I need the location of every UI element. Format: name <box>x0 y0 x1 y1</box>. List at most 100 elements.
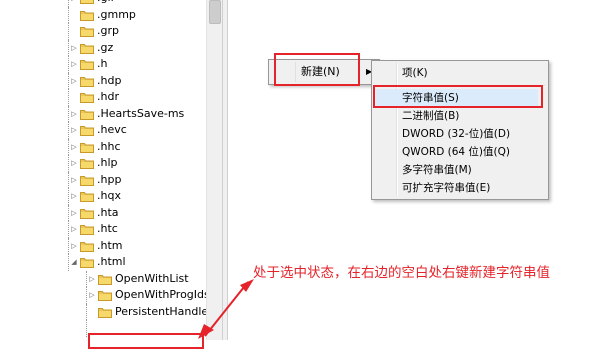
folder-icon <box>80 224 94 235</box>
submenu-separator <box>399 85 545 87</box>
registry-tree-pane[interactable]: ▷.gif.gmmp.grp▷.gz▷.h▷.hdp.hdr▷.HeartsSa… <box>0 0 206 340</box>
submenu-item-string-value[interactable]: 字符串值(S) <box>376 89 538 107</box>
tree-item[interactable]: PersistentHandler <box>0 303 206 320</box>
submenu-item-dword-value[interactable]: DWORD (32-位)值(D) <box>402 125 542 143</box>
collapsed-arrow-icon[interactable]: ▷ <box>70 155 78 171</box>
tree-guide-line <box>86 320 87 337</box>
registry-key-tree: ▷.gif.gmmp.grp▷.gz▷.h▷.hdp.hdr▷.HeartsSa… <box>0 0 206 337</box>
scrollbar-thumb[interactable] <box>209 0 221 24</box>
collapsed-arrow-icon[interactable]: ▷ <box>70 122 78 138</box>
submenu-item-multi-string-value[interactable]: 多字符串值(M) <box>402 161 542 179</box>
tree-item[interactable]: ▷ .htc <box>0 221 206 238</box>
tree-item[interactable]: ▷ .hqx <box>0 188 206 205</box>
folder-icon <box>80 208 94 219</box>
folder-icon <box>80 158 94 169</box>
tree-guide-line <box>68 56 69 73</box>
folder-icon <box>80 125 94 136</box>
submenu-gutter <box>396 63 398 195</box>
tree-item[interactable]: ▷ .hhc <box>0 138 206 155</box>
collapsed-arrow-icon[interactable]: ▷ <box>70 56 78 72</box>
folder-icon <box>98 307 112 318</box>
menu-item-new[interactable]: 新建(N) ▶ <box>271 62 375 82</box>
folder-icon <box>98 290 112 301</box>
folder-icon <box>80 175 94 186</box>
tree-item[interactable]: ▷ .HeartsSave-ms <box>0 105 206 122</box>
collapsed-arrow-icon[interactable]: ▷ <box>70 139 78 155</box>
tree-item-label: .hdp <box>97 73 122 87</box>
tree-item[interactable]: ▷ OpenWithProgIds <box>0 287 206 304</box>
tree-vertical-scrollbar[interactable] <box>206 0 222 340</box>
context-menu: 新建(N) ▶ <box>268 59 380 85</box>
tree-guide-line <box>86 270 87 287</box>
folder-icon <box>80 26 94 37</box>
tree-guide-line <box>68 237 69 254</box>
collapsed-arrow-icon[interactable]: ▷ <box>70 205 78 221</box>
tree-guide-line <box>68 105 69 122</box>
expanded-arrow-icon[interactable]: ◢ <box>70 254 78 270</box>
tree-item[interactable]: ▷ .hdp <box>0 72 206 89</box>
folder-icon <box>80 43 94 54</box>
tree-item-selected[interactable] <box>0 320 206 337</box>
collapsed-arrow-icon[interactable]: ▷ <box>70 238 78 254</box>
collapsed-arrow-icon[interactable]: ▷ <box>70 73 78 89</box>
tree-guide-line <box>68 188 69 205</box>
folder-icon <box>80 92 94 103</box>
tree-item[interactable]: .gmmp <box>0 6 206 23</box>
tree-item[interactable]: ▷ .hlp <box>0 155 206 172</box>
collapsed-arrow-icon[interactable]: ▷ <box>70 40 78 56</box>
new-submenu: 项(K) 字符串值(S) 二进制值(B) DWORD (32-位)值(D) QW… <box>371 60 549 200</box>
submenu-item-binary-value[interactable]: 二进制值(B) <box>402 107 542 125</box>
tree-guide-line <box>68 254 69 271</box>
tree-guide-line <box>68 6 69 23</box>
tree-item-label: .grp <box>97 24 119 37</box>
tree-item[interactable]: ▷ .gz <box>0 39 206 56</box>
folder-icon <box>80 142 94 153</box>
tree-item-label: .gz <box>97 40 114 54</box>
tree-item-label: .html <box>97 255 126 268</box>
tree-item[interactable]: ▷ OpenWithList <box>0 270 206 287</box>
tree-guide-line <box>68 204 69 221</box>
tree-item-label: .hpp <box>97 172 122 186</box>
collapsed-arrow-icon[interactable]: ▷ <box>70 172 78 188</box>
tree-item[interactable]: ◢ .html <box>0 254 206 271</box>
folder-icon <box>80 257 94 268</box>
tree-guide-line <box>68 72 69 89</box>
tree-item[interactable]: ▷ .hevc <box>0 122 206 139</box>
tree-guide-line <box>68 138 69 155</box>
tree-item-label: .h <box>97 57 108 70</box>
annotation-text: 处于选中状态，在右边的空白处右键新建字符串值 <box>253 265 550 281</box>
folder-icon <box>98 274 112 285</box>
folder-icon <box>80 76 94 87</box>
submenu-item-key[interactable]: 项(K) <box>402 64 542 82</box>
collapsed-arrow-icon[interactable]: ▷ <box>70 0 78 6</box>
collapsed-arrow-icon[interactable]: ▷ <box>70 106 78 122</box>
collapsed-arrow-icon[interactable]: ▷ <box>70 188 78 204</box>
collapsed-arrow-icon[interactable]: ▷ <box>88 271 96 287</box>
tree-item-label: .hlp <box>97 156 118 169</box>
menu-item-new-label: 新建(N) <box>301 65 340 78</box>
tree-guide-line <box>86 303 87 320</box>
submenu-item-expandable-string-value[interactable]: 可扩充字符串值(E) <box>402 179 542 197</box>
submenu-item-qword-value[interactable]: QWORD (64 位)值(Q) <box>402 143 542 161</box>
folder-icon <box>80 10 94 21</box>
tree-guide-line <box>68 171 69 188</box>
folder-icon <box>80 59 94 70</box>
tree-item[interactable]: ▷ .hta <box>0 204 206 221</box>
tree-guide-line <box>68 155 69 172</box>
tree-guide-line <box>68 23 69 40</box>
tree-item[interactable]: ▷ .htm <box>0 237 206 254</box>
tree-item-label: .hhc <box>97 139 121 153</box>
folder-icon <box>80 109 94 120</box>
tree-item[interactable]: ▷ .hpp <box>0 171 206 188</box>
tree-item-label: PersistentHandler <box>115 304 206 318</box>
collapsed-arrow-icon[interactable]: ▷ <box>88 287 96 303</box>
tree-guide-line <box>68 221 69 238</box>
tree-guide-line <box>68 39 69 56</box>
folder-icon <box>80 191 94 202</box>
tree-item-label: .hta <box>97 205 119 219</box>
folder-icon <box>80 241 94 252</box>
tree-item[interactable]: .hdr <box>0 89 206 106</box>
collapsed-arrow-icon[interactable]: ▷ <box>70 221 78 237</box>
tree-item[interactable]: .grp <box>0 23 206 40</box>
tree-item[interactable]: ▷ .h <box>0 56 206 73</box>
